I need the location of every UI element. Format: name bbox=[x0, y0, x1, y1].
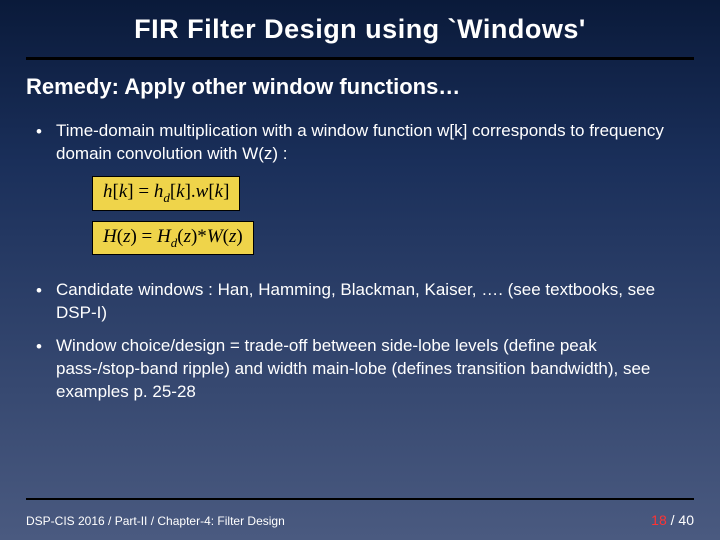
bullet-dot-icon: • bbox=[36, 279, 56, 303]
page-number: 18 / 40 bbox=[651, 512, 694, 528]
page-separator: / bbox=[667, 512, 679, 528]
remedy-heading: Remedy: Apply other window functions… bbox=[0, 60, 720, 100]
bullet-text: Candidate windows : Han, Hamming, Blackm… bbox=[56, 279, 684, 325]
bullet-text: Window choice/design = trade-off between… bbox=[56, 335, 684, 404]
footer-divider bbox=[26, 498, 694, 500]
page-total: 40 bbox=[678, 512, 694, 528]
equation-1: h[k] = hd[k].w[k] bbox=[92, 176, 240, 211]
slide-title: FIR Filter Design using `Windows' bbox=[0, 0, 720, 53]
equation-2: H(z) = Hd(z)*W(z) bbox=[92, 221, 254, 256]
slide: FIR Filter Design using `Windows' Remedy… bbox=[0, 0, 720, 540]
page-current: 18 bbox=[651, 512, 667, 528]
bullet-item: • Window choice/design = trade-off betwe… bbox=[36, 335, 684, 404]
footer-course-info: DSP-CIS 2016 / Part-II / Chapter-4: Filt… bbox=[26, 514, 285, 528]
footer: DSP-CIS 2016 / Part-II / Chapter-4: Filt… bbox=[26, 512, 694, 528]
bullet-dot-icon: • bbox=[36, 120, 56, 144]
bullet-item: • Candidate windows : Han, Hamming, Blac… bbox=[36, 279, 684, 325]
bullet-item: • Time-domain multiplication with a wind… bbox=[36, 120, 684, 166]
bullet-dot-icon: • bbox=[36, 335, 56, 359]
bullet-text: Time-domain multiplication with a window… bbox=[56, 120, 684, 166]
slide-body: • Time-domain multiplication with a wind… bbox=[0, 100, 720, 404]
equation-block: h[k] = hd[k].w[k] H(z) = Hd(z)*W(z) bbox=[92, 176, 684, 266]
